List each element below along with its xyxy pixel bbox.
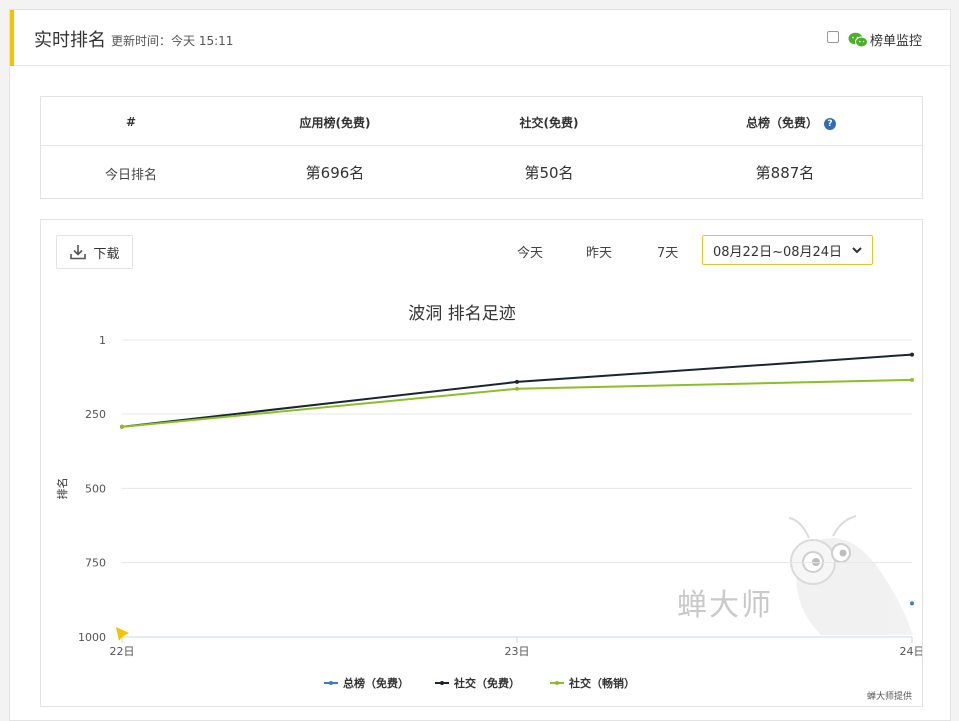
date-range-select[interactable]: 08月22日~08月24日 xyxy=(702,235,873,265)
tab-7days[interactable]: 7天 xyxy=(657,242,678,261)
tab-today[interactable]: 今天 xyxy=(517,242,543,261)
download-button[interactable]: 下载 xyxy=(56,235,133,269)
date-range-value: 08月22日~08月24日 xyxy=(713,244,843,260)
y-axis-label: 排名 xyxy=(55,478,69,500)
chevron-down-icon xyxy=(852,247,862,254)
rank-line-chart: 波洞 排名足迹 1 250 500 750 1000 排名 22日 23日 24日总榜（免费） 社交… xyxy=(55,304,923,690)
data-point xyxy=(515,379,519,384)
chart-title: 波洞 排名足迹 xyxy=(408,304,515,324)
legend-item: 社交（免费） xyxy=(453,676,520,690)
x-tick-label: 24日 xyxy=(900,645,923,658)
rank-social-free: 第50名 xyxy=(524,164,574,182)
rank-app-free: 第696名 xyxy=(305,164,365,182)
legend-swatch-dot xyxy=(440,681,444,685)
tab-yesterday[interactable]: 昨天 xyxy=(586,242,612,261)
rank-table-header: # 应用榜(免费) 社交(免费) 总榜（免费）? xyxy=(41,97,922,146)
panel-header: 实时排名 更新时间：今天 15:11 榜单监控 xyxy=(10,10,950,66)
table-row: 今日排名 第696名 第50名 第887名 xyxy=(41,146,922,198)
data-point xyxy=(910,352,914,357)
data-point xyxy=(120,424,124,429)
legend-item: 社交（畅销） xyxy=(568,676,635,690)
y-tick-label: 750 xyxy=(85,557,106,570)
monitor-label: 榜单监控 xyxy=(869,34,922,49)
rank-table: # 应用榜(免费) 社交(免费) 总榜（免费）? 今日排名 第696名 第50名… xyxy=(40,96,923,199)
col-header-app-free: 应用榜(免费) xyxy=(299,116,371,130)
row-label-today: 今日排名 xyxy=(104,168,158,183)
panel-title: 实时排名 xyxy=(34,30,106,51)
col-header-overall-free-label: 总榜（免费） xyxy=(745,116,819,130)
legend-swatch-dot xyxy=(329,681,333,685)
watermark-text: 蝉大师 xyxy=(677,588,773,623)
header-accent-bar xyxy=(10,10,14,66)
update-time: 更新时间：今天 15:11 xyxy=(111,34,234,48)
download-label: 下载 xyxy=(93,246,120,262)
chart-credit: 蝉大师提供 xyxy=(866,692,912,702)
rank-overall-free: 第887名 xyxy=(755,164,815,182)
col-header-index: # xyxy=(125,115,137,129)
col-header-social-free: 社交(免费) xyxy=(519,116,579,130)
y-tick-label: 1 xyxy=(99,334,106,347)
data-point xyxy=(910,601,914,606)
col-header-overall-free: 总榜（免费）? xyxy=(745,114,837,131)
x-tick-label: 22日 xyxy=(110,645,135,658)
data-point xyxy=(910,377,914,382)
monitor-checkbox[interactable] xyxy=(826,30,839,43)
help-icon[interactable]: ? xyxy=(824,118,837,130)
realtime-rank-panel: 实时排名 更新时间：今天 15:11 榜单监控 # 应用榜(免费) 社交(免费)… xyxy=(9,9,951,721)
cicada-mascot-icon xyxy=(788,515,913,635)
y-tick-label: 250 xyxy=(85,408,106,421)
x-tick-label: 23日 xyxy=(505,645,530,658)
rank-chart-card: 波洞 排名足迹 1 250 500 750 1000 排名 22日 23日 24日总榜（免费） 社交… xyxy=(40,219,923,707)
y-tick-label: 500 xyxy=(85,482,106,495)
legend-item: 总榜（免费） xyxy=(343,676,409,690)
rank-monitor-toggle[interactable]: 榜单监控 xyxy=(826,30,922,49)
wechat-icon xyxy=(848,32,868,47)
data-point xyxy=(515,386,519,391)
legend-swatch-dot xyxy=(555,681,559,685)
y-tick-label: 1000 xyxy=(78,631,106,644)
download-icon xyxy=(70,245,87,260)
